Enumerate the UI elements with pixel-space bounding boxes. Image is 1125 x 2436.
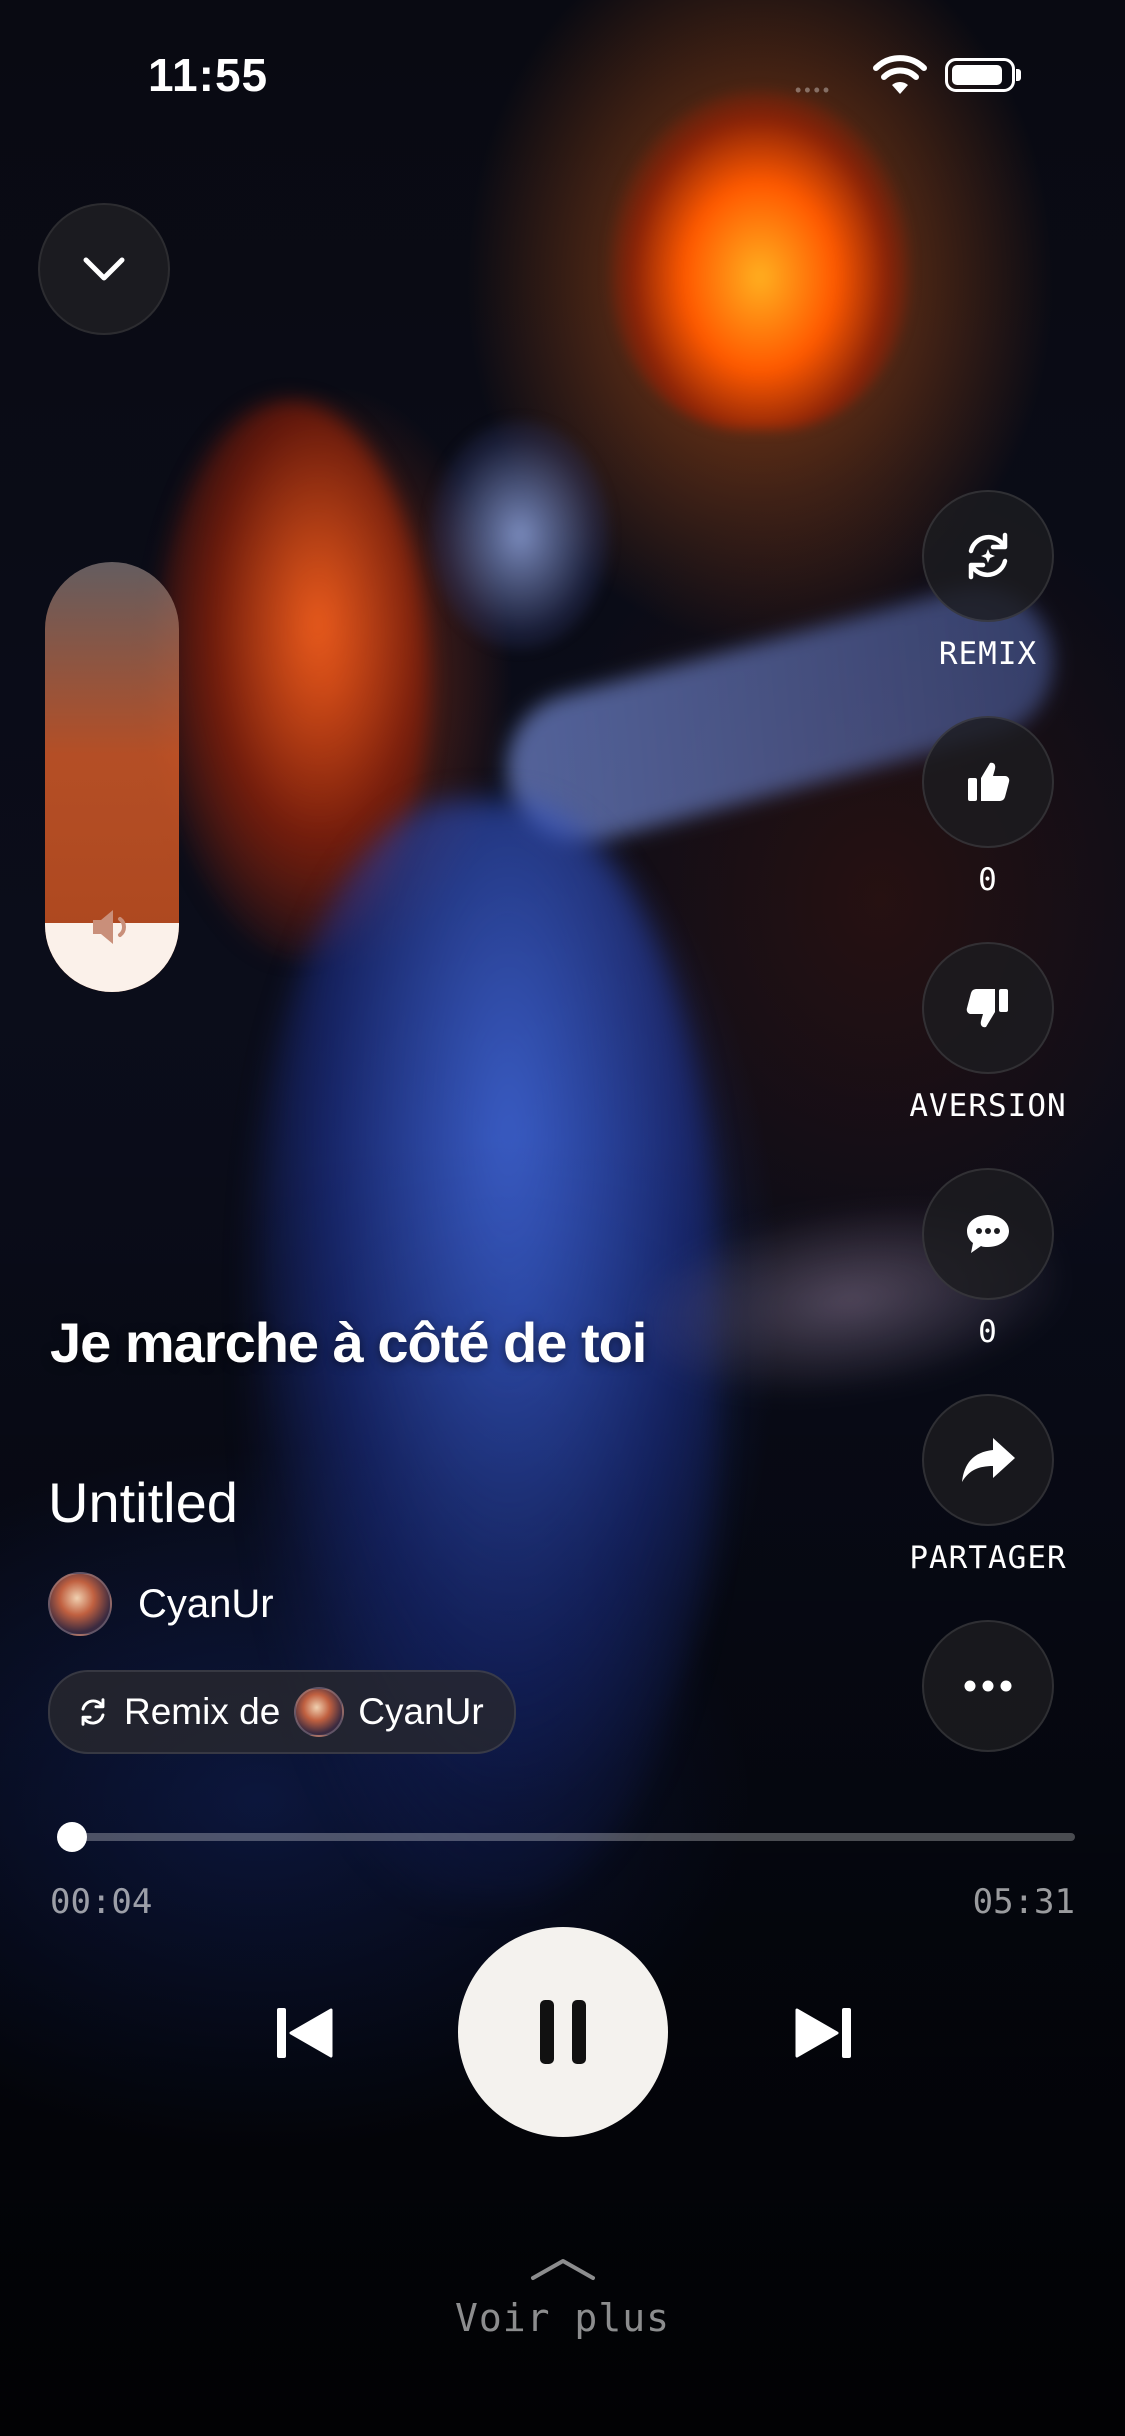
next-track-button[interactable] [780, 1990, 866, 2076]
comment-button[interactable] [922, 1168, 1054, 1300]
progress-knob[interactable] [57, 1822, 88, 1852]
share-label: PARTAGER [909, 1540, 1067, 1576]
chevron-down-icon [83, 257, 125, 281]
signal-icon: •••• [795, 80, 833, 100]
collapse-player-button[interactable] [38, 203, 170, 335]
like-action[interactable]: 0 [888, 716, 1088, 898]
remix-source-avatar [294, 1687, 345, 1737]
artist-name[interactable]: CyanUr [138, 1582, 274, 1627]
pause-button[interactable] [458, 1927, 668, 2137]
see-more-label[interactable]: Voir plus [0, 2296, 1125, 2340]
see-more-section[interactable]: Voir plus [0, 2255, 1125, 2340]
chevron-up-icon [530, 2259, 595, 2280]
remix-button[interactable] [922, 490, 1054, 622]
remix-source-pill[interactable]: Remix de CyanUr [48, 1670, 516, 1754]
wifi-icon [873, 55, 927, 94]
dislike-label: AVERSION [909, 1088, 1067, 1124]
status-time: 11:55 [148, 49, 269, 101]
remix-small-icon [81, 1698, 105, 1726]
share-action[interactable]: PARTAGER [888, 1394, 1088, 1576]
elapsed-time: 00:04 [50, 1882, 153, 1922]
progress-bar[interactable] [57, 1822, 1075, 1852]
pause-icon [540, 2000, 586, 2064]
remix-prefix: Remix de [124, 1691, 281, 1732]
ellipsis-icon [964, 1680, 1012, 1692]
previous-track-button[interactable] [262, 1990, 348, 2076]
battery-icon [945, 58, 1021, 92]
status-bar: 11:55 •••• [0, 0, 1125, 140]
speaker-icon [93, 910, 126, 944]
remix-source-artist: CyanUr [358, 1691, 484, 1732]
remix-icon [968, 532, 1008, 580]
artist-avatar[interactable] [48, 1572, 112, 1636]
song-title[interactable]: Untitled [48, 1470, 238, 1535]
remix-action[interactable]: REMIX [888, 490, 1088, 672]
like-button[interactable] [922, 716, 1054, 848]
volume-slider[interactable] [45, 562, 179, 992]
more-options-action[interactable] [888, 1620, 1088, 1752]
dislike-action[interactable]: AVERSION [888, 942, 1088, 1124]
thumbs-up-icon [968, 762, 1010, 801]
total-duration: 05:31 [972, 1882, 1075, 1922]
dislike-button[interactable] [922, 942, 1054, 1074]
current-lyric-line: Je marche à côté de toi [50, 1311, 647, 1374]
thumbs-down-icon [966, 989, 1008, 1028]
comment-action[interactable]: 0 [888, 1168, 1088, 1350]
comment-icon [967, 1215, 1009, 1253]
comment-count: 0 [978, 1314, 998, 1350]
skip-next-icon [795, 2008, 851, 2058]
share-button[interactable] [922, 1394, 1054, 1526]
skip-previous-icon [277, 2008, 333, 2058]
artist-row[interactable]: CyanUr [48, 1572, 274, 1636]
like-count: 0 [978, 862, 998, 898]
share-arrow-icon [962, 1438, 1015, 1482]
more-options-button[interactable] [922, 1620, 1054, 1752]
remix-label: REMIX [938, 636, 1038, 672]
